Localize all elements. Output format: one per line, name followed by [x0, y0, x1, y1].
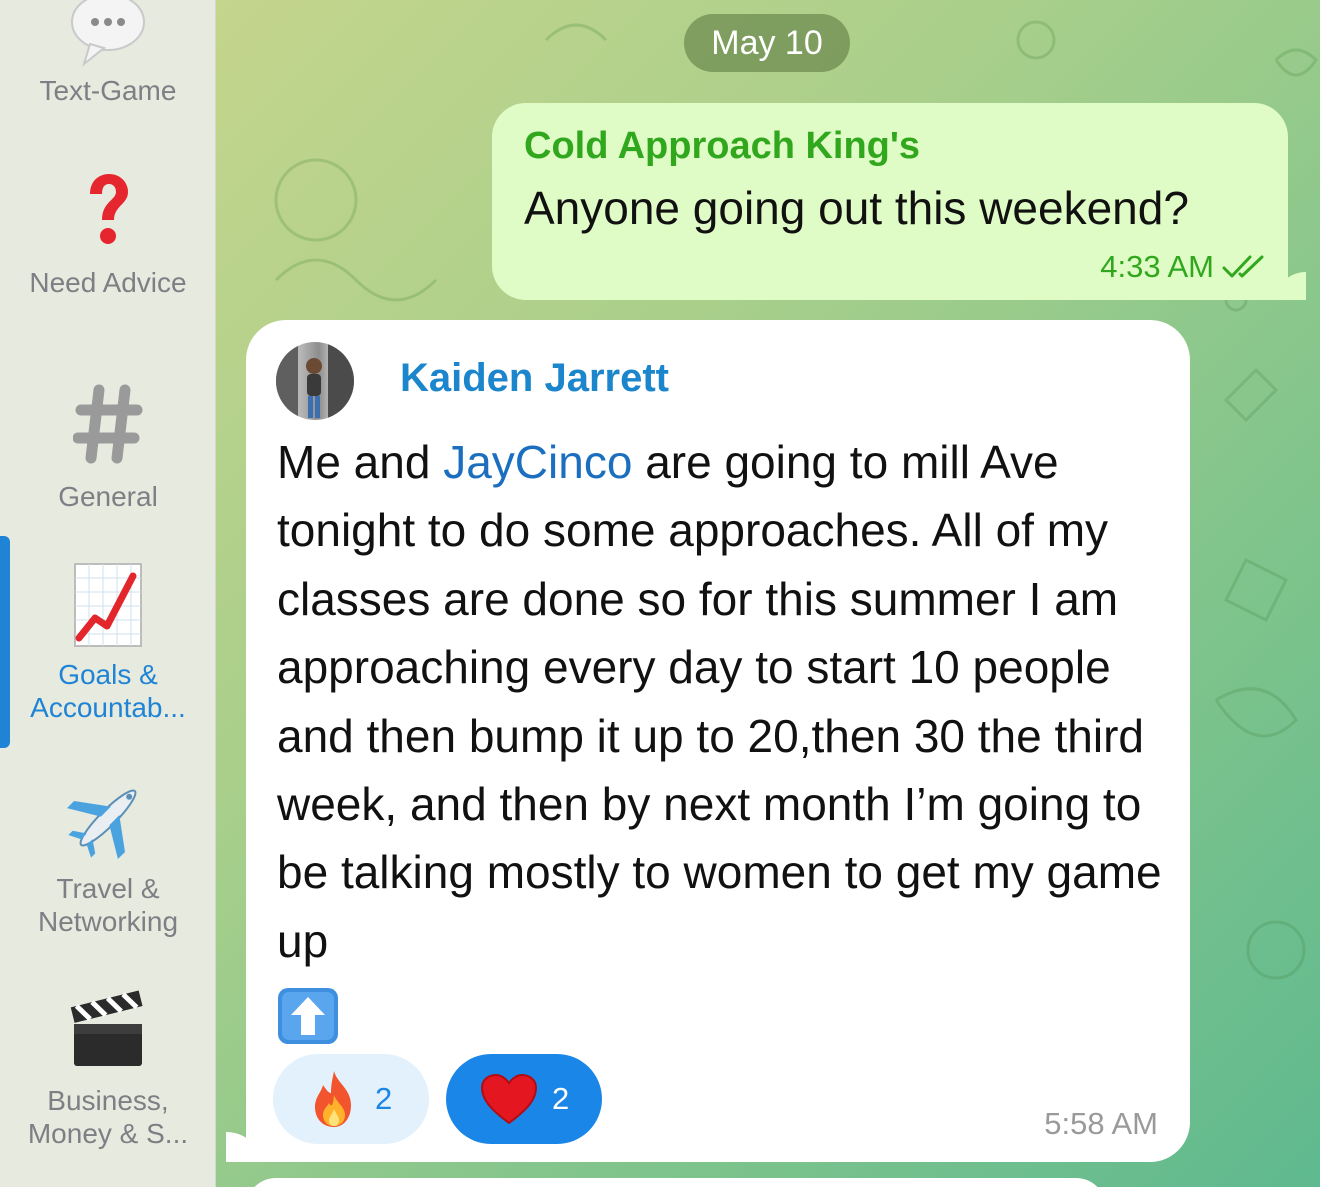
message-text-part: Me and [277, 436, 444, 488]
message-meta: 4:33 AM [1100, 249, 1266, 285]
message-text-part: are going to mill Ave tonight to do some… [277, 436, 1162, 967]
folder-label: Travel & Networking [37, 873, 179, 937]
date-separator: May 10 [684, 14, 850, 72]
folder-business-money[interactable]: Business, Money & S... [0, 990, 216, 1150]
chart-increasing-icon [74, 563, 142, 647]
bubble-tail [226, 1132, 260, 1162]
reaction-count: 2 [375, 1081, 393, 1116]
folder-label: General [58, 481, 158, 512]
folder-label: Business, Money & S... [27, 1085, 189, 1149]
speech-bubble-icon [71, 0, 145, 67]
clapper-board-icon [70, 990, 143, 1066]
airplane-icon [66, 789, 137, 860]
question-mark-icon [90, 174, 128, 244]
folder-general[interactable]: General [0, 384, 216, 513]
folder-sidebar: Text-Game Need Advice General Goals & Ac… [0, 0, 216, 1187]
folder-label: Goals & Accountab... [30, 659, 186, 723]
bubble-tail [1276, 272, 1306, 300]
incoming-message-bubble[interactable]: Kaiden Jarrett Me and JayCinco are going… [226, 320, 1190, 1162]
reaction-count: 2 [552, 1081, 570, 1116]
reaction-fire[interactable]: 2 [273, 1054, 429, 1144]
message-text: Me and JayCinco are going to mill Ave to… [277, 428, 1177, 1045]
heart-icon [480, 1073, 538, 1125]
folder-label: Text-Game [39, 75, 177, 106]
reaction-heart[interactable]: 2 [446, 1054, 602, 1144]
user-mention-link[interactable]: JayCinco [443, 436, 632, 488]
sender-name[interactable]: Kaiden Jarrett [400, 356, 669, 401]
chat-area[interactable]: May 10 Cold Approach King's Anyone going… [216, 0, 1320, 1187]
folder-text-game[interactable]: Text-Game [0, 0, 216, 107]
message-time: 4:33 AM [1100, 249, 1214, 284]
folder-label: Need Advice [29, 267, 187, 298]
up-arrow-icon [278, 988, 338, 1045]
folder-travel-networking[interactable]: Travel & Networking [0, 776, 216, 938]
outgoing-message-bubble[interactable]: Cold Approach King's Anyone going out th… [492, 103, 1306, 300]
fire-icon [315, 1071, 351, 1127]
message-text: Anyone going out this weekend? [524, 182, 1189, 234]
sender-name[interactable]: Cold Approach King's [524, 125, 920, 168]
avatar[interactable] [276, 342, 354, 420]
next-message-bubble-partial[interactable] [246, 1178, 1106, 1187]
folder-need-advice[interactable]: Need Advice [0, 172, 216, 299]
double-check-icon [1222, 255, 1264, 278]
folder-goals-accountability[interactable]: Goals & Accountab... [0, 562, 216, 724]
hashtag-icon [73, 384, 143, 464]
message-time: 5:58 AM [1044, 1106, 1158, 1141]
avatar-photo [276, 342, 354, 420]
